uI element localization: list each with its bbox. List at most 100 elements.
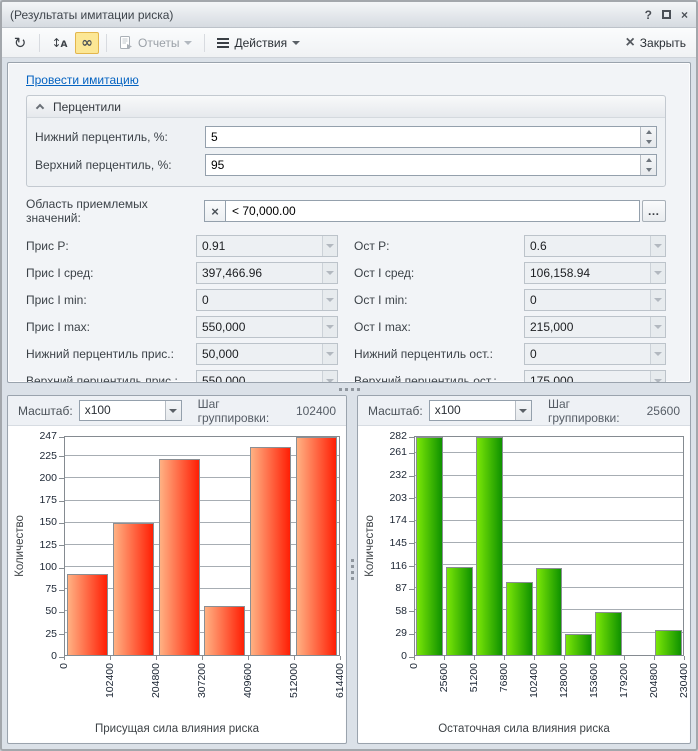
- x-axis-title: Присущая сила влияния риска: [8, 717, 346, 743]
- x-axis-title: Остаточная сила влияния риска: [358, 717, 690, 743]
- reports-button: Отчеты: [114, 34, 197, 52]
- grouping-label: Шаг группировки:: [198, 397, 290, 425]
- spin-up-button[interactable]: [641, 155, 656, 165]
- percentiles-group-header[interactable]: Перцентили: [27, 96, 665, 118]
- field-label: Прис I сред:: [26, 266, 196, 280]
- bar: [159, 459, 200, 655]
- field-label: Ост I сред:: [354, 266, 524, 280]
- y-tick-label: 100: [39, 561, 57, 573]
- horizontal-splitter[interactable]: [7, 383, 691, 395]
- upper-percentile-input[interactable]: [206, 155, 640, 175]
- y-tick-label: 0: [401, 650, 407, 662]
- link-toggle-button[interactable]: ∞: [75, 32, 99, 54]
- menu-icon: [217, 38, 229, 48]
- gridline: [415, 520, 683, 521]
- close-button[interactable]: × Закрыть: [625, 35, 690, 51]
- run-simulation-link[interactable]: Провести имитацию: [26, 73, 139, 87]
- chevron-down-icon: [326, 352, 334, 356]
- field-value-combo: 0.6: [524, 235, 666, 257]
- spin-down-button[interactable]: [641, 165, 656, 175]
- dropdown-button: [650, 290, 665, 310]
- field-value: 215,000: [525, 317, 650, 337]
- y-tick-label: 232: [389, 469, 407, 481]
- spin-up-icon: [646, 130, 652, 134]
- field-row: Нижний перцентиль прис.:50,000: [26, 343, 338, 365]
- close-label: Закрыть: [640, 36, 686, 50]
- bar: [416, 437, 443, 655]
- field-row: Ост I сред:106,158.94: [354, 262, 666, 284]
- percentiles-group: Перцентили Нижний перцентиль, %:: [26, 95, 666, 187]
- upper-percentile-label: Верхний перцентиль, %:: [35, 158, 205, 172]
- dropdown-button: [650, 263, 665, 283]
- lower-percentile-spinner: [205, 126, 657, 148]
- gridline: [415, 497, 683, 498]
- field-value-combo: 550,000: [196, 370, 338, 383]
- field-label: Ост I min:: [354, 293, 524, 307]
- scale-value: x100: [430, 401, 515, 420]
- lower-percentile-label: Нижний перцентиль, %:: [35, 130, 205, 144]
- grouping-value: 102400: [296, 404, 336, 418]
- field-row: Прис P:0.91: [26, 235, 338, 257]
- inherent-chart-panel: Масштаб: x100 Шаг группировки: 102400 Ко…: [7, 395, 347, 744]
- charts-row: Масштаб: x100 Шаг группировки: 102400 Ко…: [7, 395, 691, 744]
- collapse-icon[interactable]: [36, 104, 44, 112]
- auto-height-button[interactable]: ↕A: [47, 32, 71, 54]
- field-label: Прис I max:: [26, 320, 196, 334]
- bar: [250, 447, 291, 655]
- inherent-chart-header: Масштаб: x100 Шаг группировки: 102400: [8, 396, 346, 426]
- vertical-splitter[interactable]: [347, 395, 357, 744]
- y-tick-label: 174: [389, 514, 407, 526]
- range-ellipsis-button[interactable]: …: [642, 200, 666, 222]
- bar: [565, 634, 592, 655]
- field-value: 550,000: [197, 317, 322, 337]
- chevron-down-icon: [326, 325, 334, 329]
- acceptable-range-label: Область приемлемых значений:: [26, 197, 204, 225]
- bar: [67, 574, 108, 655]
- dropdown-button: [322, 371, 337, 383]
- refresh-button[interactable]: ↻: [8, 32, 32, 54]
- field-label: Нижний перцентиль прис.:: [26, 347, 196, 361]
- lower-percentile-input[interactable]: [206, 127, 640, 147]
- y-axis-title: Количество: [12, 436, 28, 656]
- spin-up-button[interactable]: [641, 127, 656, 137]
- toolbar-separator: [204, 34, 205, 52]
- acceptable-range-input[interactable]: [226, 201, 639, 221]
- spin-down-icon: [646, 140, 652, 144]
- field-value-combo: 0: [524, 343, 666, 365]
- chevron-down-icon: [654, 271, 662, 275]
- field-label: Ост I max:: [354, 320, 524, 334]
- y-tick-label: 58: [395, 605, 407, 617]
- dropdown-button[interactable]: [165, 401, 181, 420]
- gridline: [415, 564, 683, 565]
- maximize-button[interactable]: [662, 10, 671, 19]
- dropdown-button: [650, 236, 665, 256]
- field-value-combo: 397,466.96: [196, 262, 338, 284]
- clear-range-button[interactable]: ×: [204, 200, 226, 222]
- grouping-value: 25600: [647, 404, 680, 418]
- scale-combo[interactable]: x100: [79, 400, 182, 421]
- simulation-form-panel: Провести имитацию Перцентили Нижний перц…: [7, 62, 691, 383]
- spin-down-button[interactable]: [641, 137, 656, 147]
- title-bar: (Результаты имитации риска) ? ×: [2, 2, 696, 28]
- field-label: Верхний перцентиль ост.:: [354, 374, 524, 383]
- scale-combo[interactable]: x100: [429, 400, 532, 421]
- grouping-label: Шаг группировки:: [548, 397, 641, 425]
- field-row: Верхний перцентиль прис.:550,000: [26, 370, 338, 383]
- scale-value: x100: [80, 401, 165, 420]
- field-value-combo: 0: [196, 289, 338, 311]
- y-tick-label: 0: [51, 650, 57, 662]
- bar: [595, 612, 622, 655]
- dropdown-button: [322, 290, 337, 310]
- y-tick-label: 125: [39, 539, 57, 551]
- help-button[interactable]: ?: [645, 9, 652, 21]
- field-value-combo: 550,000: [196, 316, 338, 338]
- y-tick-label: 150: [39, 516, 57, 528]
- close-window-button[interactable]: ×: [681, 9, 688, 21]
- inherent-chart: Количество 0255075100125150175200225247 …: [8, 426, 346, 717]
- y-tick-label: 247: [39, 430, 57, 442]
- gridline: [415, 475, 683, 476]
- dropdown-button[interactable]: [515, 401, 531, 420]
- actions-menu-button[interactable]: Действия: [212, 34, 305, 52]
- upper-percentile-spinner: [205, 154, 657, 176]
- y-tick-label: 50: [45, 605, 57, 617]
